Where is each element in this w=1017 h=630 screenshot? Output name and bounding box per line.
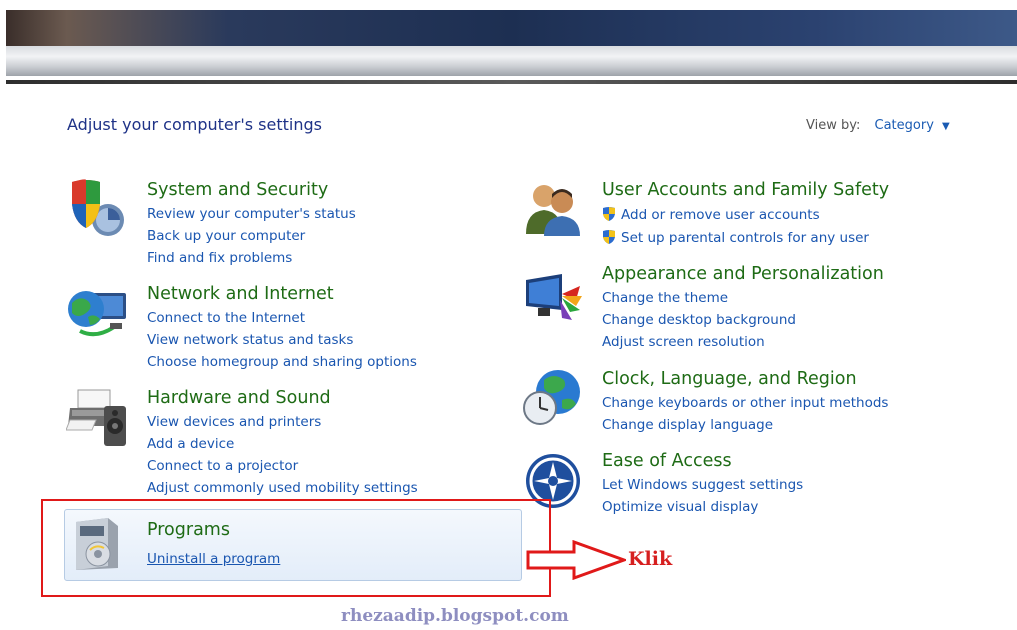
monitor-palette-icon[interactable] bbox=[522, 270, 584, 330]
link-desktop-background[interactable]: Change desktop background bbox=[602, 312, 796, 328]
link-parental-controls-label: Set up parental controls for any user bbox=[621, 230, 869, 246]
network-globe-icon[interactable] bbox=[66, 283, 128, 343]
link-devices-printers[interactable]: View devices and printers bbox=[147, 414, 321, 430]
uac-shield-icon bbox=[603, 230, 615, 244]
category-title-network-internet[interactable]: Network and Internet bbox=[147, 284, 334, 304]
view-by-control: View by: Category ▼ bbox=[806, 118, 950, 133]
link-display-language[interactable]: Change display language bbox=[602, 417, 773, 433]
link-network-status[interactable]: View network status and tasks bbox=[147, 332, 353, 348]
red-arrow-icon bbox=[526, 540, 626, 580]
shield-pc-icon[interactable] bbox=[66, 176, 128, 236]
link-change-theme[interactable]: Change the theme bbox=[602, 290, 728, 306]
link-back-up[interactable]: Back up your computer bbox=[147, 228, 305, 244]
link-optimize-display[interactable]: Optimize visual display bbox=[602, 499, 758, 515]
category-title-system-security[interactable]: System and Security bbox=[147, 180, 328, 200]
link-review-status[interactable]: Review your computer's status bbox=[147, 206, 356, 222]
view-by-label: View by: bbox=[806, 118, 861, 133]
category-title-clock-language[interactable]: Clock, Language, and Region bbox=[602, 369, 857, 389]
window-header-band bbox=[0, 0, 1017, 86]
link-homegroup[interactable]: Choose homegroup and sharing options bbox=[147, 354, 417, 370]
link-keyboards[interactable]: Change keyboards or other input methods bbox=[602, 395, 888, 411]
uac-shield-icon bbox=[603, 207, 615, 221]
globe-clock-icon[interactable] bbox=[522, 366, 584, 426]
category-title-user-accounts[interactable]: User Accounts and Family Safety bbox=[602, 180, 889, 200]
address-bar-background bbox=[6, 46, 1017, 76]
highlight-box bbox=[41, 499, 551, 597]
page-title: Adjust your computer's settings bbox=[67, 115, 322, 134]
watermark: rhezaadip.blogspot.com bbox=[341, 606, 569, 626]
link-screen-resolution[interactable]: Adjust screen resolution bbox=[602, 334, 765, 350]
link-windows-suggest[interactable]: Let Windows suggest settings bbox=[602, 477, 803, 493]
link-add-device[interactable]: Add a device bbox=[147, 436, 234, 452]
link-connect-internet[interactable]: Connect to the Internet bbox=[147, 310, 305, 326]
link-add-remove-users[interactable]: Add or remove user accounts bbox=[601, 206, 820, 223]
category-title-hardware-sound[interactable]: Hardware and Sound bbox=[147, 388, 331, 408]
view-by-dropdown[interactable]: Category bbox=[875, 118, 934, 133]
link-projector[interactable]: Connect to a projector bbox=[147, 458, 298, 474]
link-find-fix[interactable]: Find and fix problems bbox=[147, 250, 292, 266]
printer-speaker-icon[interactable] bbox=[65, 386, 128, 446]
annotation-label: Klik bbox=[628, 548, 673, 570]
category-title-ease-access[interactable]: Ease of Access bbox=[602, 451, 732, 471]
header-divider bbox=[6, 80, 1017, 84]
dropdown-arrow-icon[interactable]: ▼ bbox=[942, 121, 950, 132]
link-mobility[interactable]: Adjust commonly used mobility settings bbox=[147, 480, 418, 496]
link-add-remove-users-label: Add or remove user accounts bbox=[621, 207, 820, 223]
link-parental-controls[interactable]: Set up parental controls for any user bbox=[601, 229, 869, 246]
users-icon[interactable] bbox=[522, 178, 584, 238]
title-bar-background bbox=[6, 10, 1017, 46]
category-title-appearance[interactable]: Appearance and Personalization bbox=[602, 264, 884, 284]
